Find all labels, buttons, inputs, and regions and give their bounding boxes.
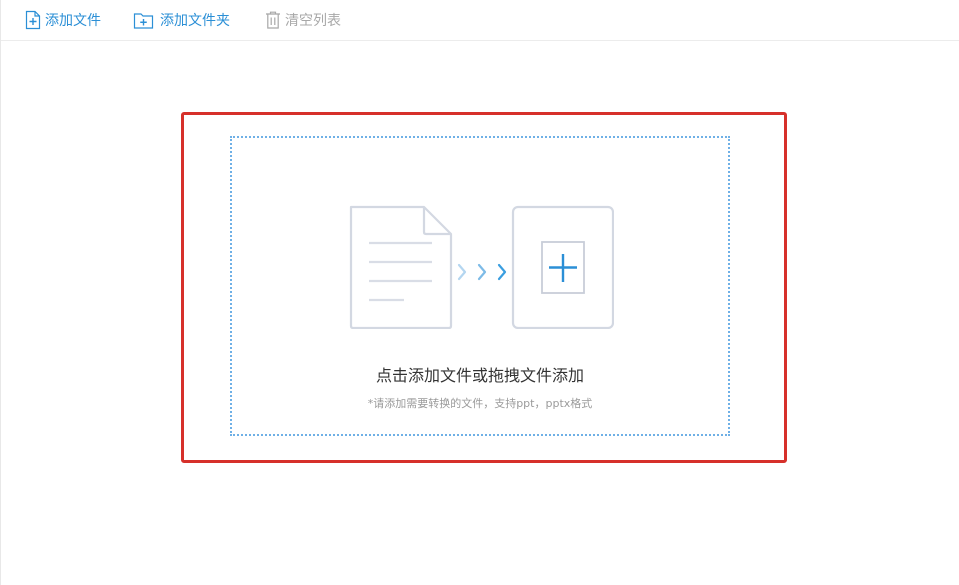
toolbar: 添加文件 添加文件夹 清空列表 bbox=[1, 0, 959, 41]
arrows-right-icon bbox=[457, 263, 507, 281]
add-box-icon bbox=[511, 205, 614, 329]
converter-window: 添加文件 添加文件夹 清空列表 点击添加文件或拖拽文件添加 *请添加需要转换的文… bbox=[0, 0, 959, 585]
drop-zone-title: 点击添加文件或拖拽文件添加 bbox=[375, 366, 584, 385]
add-folder-label: 添加文件夹 bbox=[160, 13, 230, 29]
file-drop-zone[interactable]: 点击添加文件或拖拽文件添加 *请添加需要转换的文件，支持ppt，pptx格式 bbox=[230, 136, 730, 436]
trash-icon bbox=[263, 10, 283, 30]
add-file-icon bbox=[23, 10, 43, 30]
add-file-label: 添加文件 bbox=[45, 13, 101, 29]
drop-illustration bbox=[349, 205, 614, 329]
clear-list-button[interactable]: 清空列表 bbox=[263, 10, 341, 30]
drop-zone-hint: *请添加需要转换的文件，支持ppt，pptx格式 bbox=[367, 397, 593, 410]
add-folder-icon bbox=[132, 10, 156, 30]
document-icon bbox=[349, 205, 453, 329]
add-folder-button[interactable]: 添加文件夹 bbox=[132, 10, 230, 30]
clear-list-label: 清空列表 bbox=[285, 13, 341, 29]
add-file-button[interactable]: 添加文件 bbox=[23, 10, 101, 30]
